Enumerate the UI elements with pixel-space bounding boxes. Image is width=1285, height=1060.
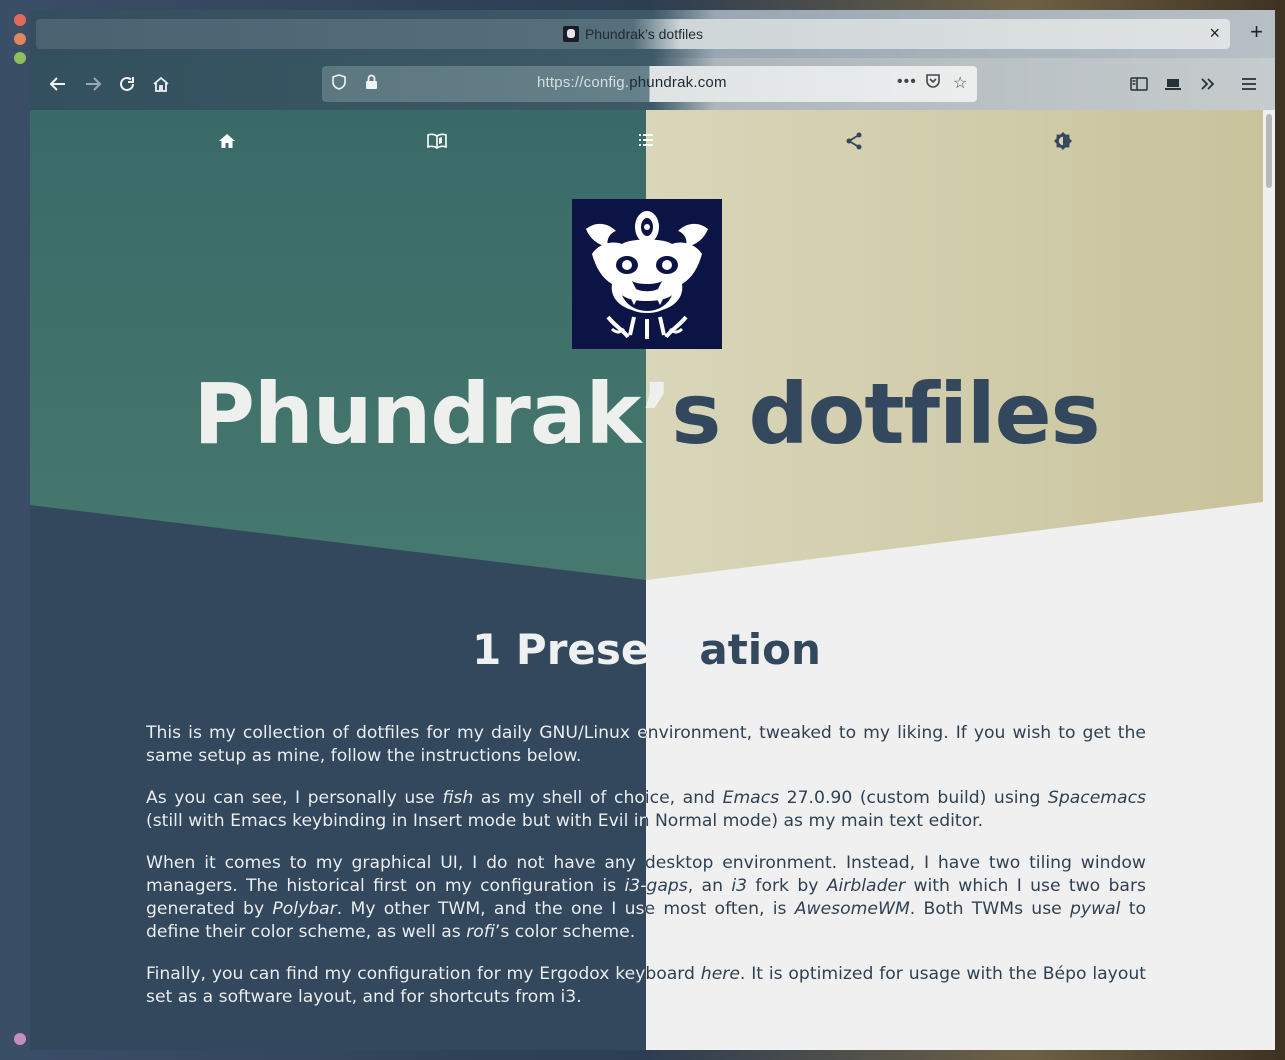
url-prefix: https://config. [537, 74, 630, 91]
link-polybar[interactable]: Polybar [272, 899, 336, 919]
page-actions-icon[interactable]: ••• [897, 73, 917, 91]
tracking-shield-icon[interactable] [332, 74, 346, 94]
url-text: https://config.phundrak.com [537, 74, 727, 91]
forward-button[interactable] [81, 72, 105, 96]
link-i3[interactable]: i3 [731, 876, 747, 896]
vertical-scrollbar[interactable] [1263, 110, 1275, 1050]
nav-book-link[interactable] [427, 132, 447, 155]
text-segment: As you can see, I personally use [146, 788, 443, 808]
text-segment: Finally, you can find my configuration f… [146, 964, 701, 984]
app-menu-button[interactable] [1237, 72, 1261, 96]
tab-bar: Phundrak’s dotfiles × + [30, 10, 1275, 58]
overflow-menu-button[interactable] [1196, 72, 1220, 96]
home-icon [219, 134, 235, 148]
page-viewport[interactable]: Phundrak’s dotfiles 1 Presentation This … [30, 110, 1263, 1050]
link-i3-gaps[interactable]: i3-gaps [625, 876, 688, 896]
share-icon [846, 132, 862, 150]
reload-button[interactable] [115, 72, 139, 96]
close-window-button[interactable] [14, 14, 26, 26]
arrow-left-icon [49, 77, 65, 91]
site-logo[interactable] [572, 199, 722, 349]
scrollbar-thumb[interactable] [1266, 114, 1272, 188]
text-segment: , an [687, 876, 732, 896]
nav-toc-link[interactable] [637, 132, 655, 153]
home-icon [153, 76, 169, 92]
url-host: phundrak.com [629, 74, 727, 91]
mask-logo-icon [572, 199, 722, 349]
site-title-left: Phundrak’ [193, 365, 672, 463]
link-emacs[interactable]: Emacs [723, 788, 780, 808]
section-heading: 1 Presentation [472, 625, 821, 674]
list-icon [639, 134, 653, 146]
window-controls [14, 14, 26, 64]
lock-icon[interactable] [365, 74, 378, 94]
minimize-window-button[interactable] [14, 33, 26, 45]
sidebar-icon [1130, 77, 1148, 91]
text-segment: 27.0.90 (custom build) using [779, 788, 1048, 808]
reload-icon [120, 76, 134, 91]
extension-button[interactable] [1161, 72, 1185, 96]
link-rofi[interactable]: rofi [466, 922, 495, 942]
text-segment: . Both TWMs use [909, 899, 1071, 919]
paragraph-window-managers: When it comes to my graphical UI, I do n… [146, 852, 1146, 944]
browser-window: Phundrak’s dotfiles × + https://config.p… [30, 10, 1275, 1050]
link-awesomewm[interactable]: AwesomeWM [795, 899, 910, 919]
favicon-icon [562, 26, 579, 42]
text-segment: (still with Emacs keybinding in Insert m… [146, 811, 984, 831]
navigation-bar: https://config.phundrak.com ••• ☆ [30, 58, 1275, 110]
presentation-content: This is my collection of dotfiles for my… [146, 722, 1146, 1028]
nav-share-link[interactable] [845, 132, 863, 155]
link-airblader[interactable]: Airblader [827, 876, 905, 896]
site-title-right: s dotfiles [671, 365, 1100, 463]
text-segment: fork by [747, 876, 827, 896]
maximize-window-button[interactable] [14, 52, 26, 64]
pocket-icon[interactable] [925, 73, 941, 94]
nav-home-link[interactable] [218, 132, 236, 155]
paragraph-intro: This is my collection of dotfiles for my… [146, 723, 1146, 766]
hamburger-icon [1242, 78, 1256, 90]
home-button[interactable] [149, 72, 173, 96]
desktop-indicator-dot[interactable] [14, 1033, 26, 1045]
paragraph-keyboard: Finally, you can find my configuration f… [146, 963, 1146, 1009]
theme-toggle-icon [1054, 132, 1072, 150]
new-tab-button[interactable]: + [1250, 21, 1263, 43]
text-segment: . My other TWM, and the one I use most o… [336, 899, 795, 919]
close-tab-icon[interactable]: × [1209, 23, 1220, 44]
back-button[interactable] [46, 72, 70, 96]
sidebar-toggle-button[interactable] [1127, 72, 1151, 96]
book-icon [427, 133, 447, 149]
chevron-double-right-icon [1201, 78, 1215, 90]
tab-title: Phundrak’s dotfiles [584, 26, 704, 42]
bookmark-star-icon[interactable]: ☆ [953, 73, 967, 93]
url-bar[interactable]: https://config.phundrak.com ••• ☆ [322, 66, 977, 102]
hero-right-background [646, 110, 1263, 580]
link-fish[interactable]: fish [442, 788, 473, 808]
text-segment: as my shell of choice, and [473, 788, 723, 808]
paragraph-editor: As you can see, I personally use fish as… [146, 787, 1146, 833]
extension-icon [1165, 79, 1181, 90]
site-title: Phundrak’s dotfiles [30, 365, 1263, 463]
text-segment: ’s color scheme. [494, 922, 636, 942]
link-pywal[interactable]: pywal [1070, 899, 1120, 919]
link-spacemacs[interactable]: Spacemacs [1048, 788, 1146, 808]
link-here[interactable]: here [701, 964, 740, 984]
active-tab[interactable]: Phundrak’s dotfiles × [36, 19, 1230, 49]
arrow-right-icon [86, 77, 102, 91]
nav-theme-toggle[interactable] [1054, 132, 1072, 155]
